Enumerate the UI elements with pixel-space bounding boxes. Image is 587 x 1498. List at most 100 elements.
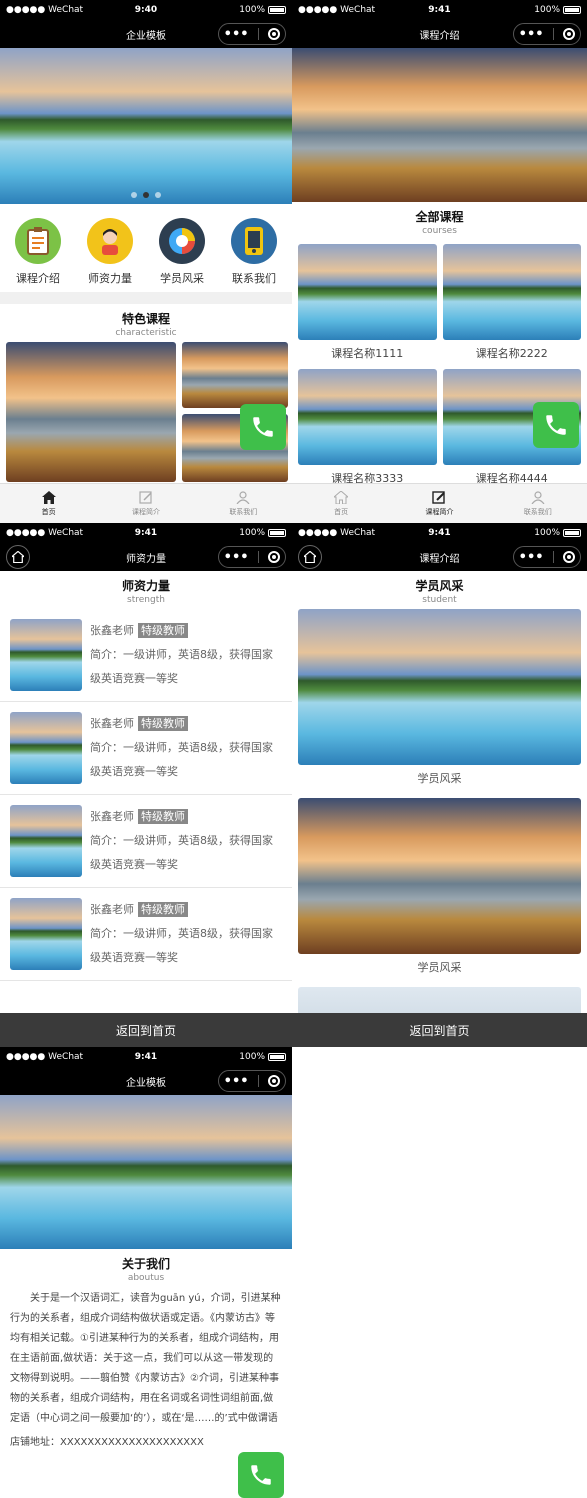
phone-handset-icon	[251, 1465, 271, 1485]
teacher-badge: 特级教师	[138, 902, 188, 917]
tab-course[interactable]: 课程简介	[97, 484, 194, 523]
home-screen: ●●●●● WeChat 9:40 100% 企业模板 ••• 课程介绍 师资力…	[0, 0, 292, 523]
teacher-name: 张鑫老师	[90, 717, 134, 730]
tab-course[interactable]: 课程简介	[390, 484, 488, 523]
section-subtitle: courses	[422, 226, 457, 236]
courses-screen: ●●●●● WeChat 9:41 100% 课程介绍 ••• 全部课程 cou…	[292, 0, 587, 523]
home-icon	[334, 490, 349, 504]
clock: 9:40	[134, 5, 158, 15]
page-title: 企业模板	[126, 30, 166, 42]
edit-icon	[432, 490, 446, 504]
close-program-icon[interactable]	[563, 28, 576, 40]
status-bar: ●●●●● WeChat 9:41 100%	[292, 0, 587, 20]
tab-home[interactable]: 首页	[0, 484, 97, 523]
more-menu-icon[interactable]: •••	[224, 1074, 249, 1089]
home-button[interactable]	[298, 545, 322, 569]
call-button[interactable]	[533, 402, 579, 448]
carousel-dot[interactable]	[131, 192, 137, 198]
section-title: 特色课程	[121, 312, 170, 326]
shop-address: 店铺地址：XXXXXXXXXXXXXXXXXXXXX	[10, 1437, 204, 1448]
tab-bar: 首页 课程简介 联系我们	[292, 483, 587, 523]
nav-students[interactable]: 学员风采	[159, 218, 205, 286]
back-home-button[interactable]: 返回到首页	[0, 1013, 292, 1047]
teacher-photo	[10, 619, 82, 691]
tab-contact[interactable]: 联系我们	[489, 484, 587, 523]
section-subtitle: aboutus	[127, 1273, 165, 1283]
close-program-icon[interactable]	[268, 1075, 281, 1087]
course-card[interactable]: 课程名称2222	[442, 244, 581, 361]
carousel-dots	[0, 192, 292, 198]
student-card[interactable]: 学员风采	[292, 798, 587, 987]
teacher-badge: 特级教师	[138, 623, 188, 638]
pie-chart-icon	[159, 218, 205, 264]
tab-label: 首页	[41, 507, 56, 516]
battery-icon	[268, 529, 286, 537]
section-header: 特色课程 characteristic	[0, 304, 292, 342]
tab-home[interactable]: 首页	[292, 484, 390, 523]
home-icon	[41, 490, 56, 504]
course-card[interactable]: 课程名称1111	[298, 244, 437, 361]
teacher-name: 张鑫老师	[90, 903, 134, 916]
tab-contact[interactable]: 联系我们	[195, 484, 292, 523]
more-menu-icon[interactable]: •••	[224, 27, 249, 42]
more-menu-icon[interactable]: •••	[519, 550, 544, 565]
course-name: 课程名称1111	[331, 347, 404, 360]
home-icon	[12, 551, 24, 563]
section-subtitle: student	[422, 595, 457, 605]
teacher-item[interactable]: 张鑫老师 特级教师 简介：一级讲师，英语8级，获得国家级英语竞赛一等奖	[0, 795, 292, 888]
teacher-item[interactable]: 张鑫老师 特级教师 简介：一级讲师，英语8级，获得国家级英语竞赛一等奖	[0, 609, 292, 702]
teacher-info: 张鑫老师 特级教师 简介：一级讲师，英语8级，获得国家级英语竞赛一等奖	[90, 619, 282, 691]
call-button[interactable]	[238, 1452, 284, 1498]
course-thumbnail	[442, 244, 581, 340]
close-program-icon[interactable]	[563, 551, 576, 563]
section-header: 师资力量 strength	[0, 571, 292, 609]
nav-course-intro[interactable]: 课程介绍	[15, 218, 61, 286]
battery-icon	[268, 1053, 286, 1061]
nav-contact[interactable]: 联系我们	[231, 218, 277, 286]
battery-icon	[268, 6, 286, 14]
banner-carousel[interactable]	[0, 48, 292, 204]
edit-icon	[139, 490, 152, 504]
home-icon	[304, 551, 316, 563]
about-paragraph: 关于是一个汉语词汇，读音为guān yú，介词，引进某种行为的关系者，组成介词结…	[10, 1293, 281, 1424]
nav-teachers[interactable]: 师资力量	[87, 218, 133, 286]
more-menu-icon[interactable]: •••	[519, 27, 544, 42]
teacher-intro: 简介：一级讲师，英语8级，获得国家级英语竞赛一等奖	[90, 648, 273, 685]
teacher-item[interactable]: 张鑫老师 特级教师 简介：一级讲师，英语8级，获得国家级英语竞赛一等奖	[0, 702, 292, 795]
carousel-dot-active[interactable]	[143, 192, 149, 198]
tab-label: 联系我们	[229, 507, 258, 516]
teacher-info: 张鑫老师 特级教师 简介：一级讲师，英语8级，获得国家级英语竞赛一等奖	[90, 805, 282, 877]
nav-label: 学员风采	[160, 272, 204, 285]
section-header: 学员风采 student	[292, 571, 587, 609]
course-card[interactable]: 课程名称3333	[298, 369, 437, 486]
section-title: 学员风采	[415, 579, 464, 593]
teacher-intro: 简介：一级讲师，英语8级，获得国家级英语竞赛一等奖	[90, 741, 273, 778]
featured-course-small[interactable]	[182, 342, 288, 408]
nav-label: 师资力量	[88, 272, 132, 285]
student-card[interactable]: 学员风采	[292, 609, 587, 798]
more-menu-icon[interactable]: •••	[224, 550, 249, 565]
status-bar: ●●●●● WeChat 9:41 100%	[0, 1047, 292, 1067]
nav-bar: 企业模板 •••	[0, 20, 292, 48]
teacher-item[interactable]: 张鑫老师 特级教师 简介：一级讲师，英语8级，获得国家级英语竞赛一等奖	[0, 888, 292, 981]
quick-nav: 课程介绍 师资力量 学员风采 联系我们	[0, 204, 292, 292]
close-program-icon[interactable]	[268, 551, 281, 563]
about-screen: ●●●●● WeChat 9:41 100% 企业模板 ••• 关于我们 abo…	[0, 1047, 292, 1498]
tab-label: 首页	[334, 507, 349, 516]
tab-bar: 首页 课程简介 联系我们	[0, 483, 292, 523]
nav-bar: 师资力量 •••	[0, 543, 292, 571]
tab-label: 课程简介	[425, 507, 454, 516]
home-button[interactable]	[6, 545, 30, 569]
featured-course-main[interactable]	[6, 342, 176, 482]
call-button[interactable]	[240, 404, 286, 450]
course-name: 课程名称2222	[475, 347, 548, 360]
carousel-dot[interactable]	[155, 192, 161, 198]
close-program-icon[interactable]	[268, 28, 281, 40]
teacher-list: 张鑫老师 特级教师 简介：一级讲师，英语8级，获得国家级英语竞赛一等奖 张鑫老师特…	[0, 609, 292, 981]
back-home-button[interactable]: 返回到首页	[292, 1013, 587, 1047]
phone-handset-icon	[253, 417, 273, 437]
teacher-name: 张鑫老师	[90, 624, 134, 637]
section-header: 全部课程 courses	[292, 202, 587, 240]
mini-program-capsule: •••	[513, 23, 581, 45]
page-title: 企业模板	[126, 1077, 166, 1089]
